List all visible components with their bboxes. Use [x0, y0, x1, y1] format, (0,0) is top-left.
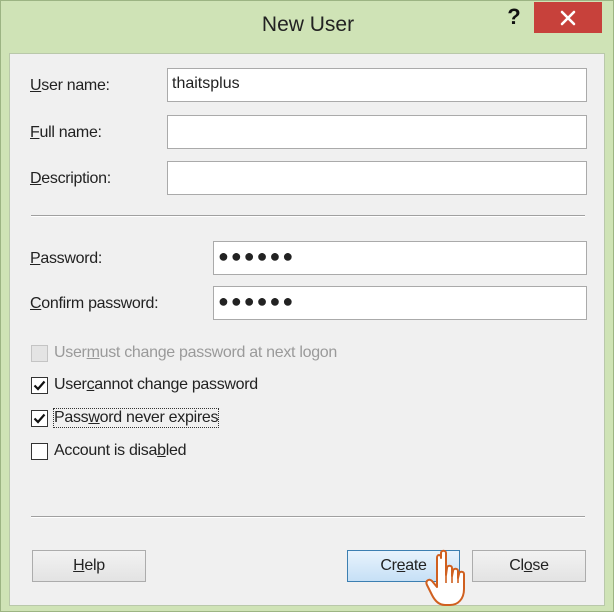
- button-label: ate: [405, 557, 427, 574]
- full-name-label: Full name:: [30, 124, 102, 142]
- title-bar[interactable]: New User ?: [1, 1, 613, 53]
- mnemonic: b: [157, 442, 166, 459]
- focused-label: Password never expires: [52, 408, 220, 428]
- checkbox-box[interactable]: [31, 442, 48, 460]
- label-text: escription:: [41, 170, 111, 187]
- button-label: se: [532, 557, 549, 574]
- label-text: onfirm password:: [41, 295, 159, 312]
- mnemonic: C: [30, 295, 42, 312]
- mnemonic: U: [30, 77, 42, 94]
- checkbox-label-text: ust change password at next logon: [99, 344, 338, 361]
- new-user-dialog: New User ? User name: thaitsplus Full na…: [0, 0, 614, 612]
- checkbox-label-text: led: [165, 442, 187, 459]
- label-text: assword:: [40, 250, 102, 267]
- mnemonic: m: [86, 344, 100, 361]
- account-disabled-checkbox[interactable]: Account is disa b led: [31, 442, 186, 460]
- checkbox-box[interactable]: [31, 409, 48, 427]
- checkmark-icon: [33, 380, 46, 391]
- confirm-password-label: Confirm password:: [30, 295, 159, 313]
- checkbox-box[interactable]: [31, 376, 48, 394]
- checkbox-label-text: User: [54, 344, 87, 361]
- close-icon: [560, 10, 576, 25]
- description-input[interactable]: [167, 161, 587, 195]
- user-name-label: User name:: [30, 77, 110, 95]
- checkbox-label-text: Account is disa: [54, 442, 158, 459]
- button-label: Cl: [509, 557, 524, 574]
- checkbox-label-text: annot change password: [94, 376, 258, 393]
- checkbox-label-text: Pass: [54, 409, 89, 426]
- mnemonic: P: [30, 250, 41, 267]
- separator: [31, 516, 585, 518]
- hand-pointer-icon: [425, 549, 465, 606]
- password-label: Password:: [30, 250, 102, 268]
- separator: [31, 215, 585, 217]
- must-change-password-checkbox[interactable]: User m ust change password at next logon: [31, 344, 337, 362]
- close-button[interactable]: Close: [472, 550, 586, 582]
- mnemonic: c: [86, 376, 95, 393]
- checkmark-icon: [33, 413, 46, 424]
- cannot-change-password-checkbox[interactable]: User c annot change password: [31, 376, 258, 394]
- checkbox-label-text: User: [54, 376, 87, 393]
- close-window-button[interactable]: [534, 2, 602, 33]
- dialog-body: User name: thaitsplus Full name: Descrip…: [9, 53, 605, 606]
- mnemonic: H: [73, 557, 85, 574]
- checkbox-box[interactable]: [31, 344, 48, 362]
- checkbox-label-text: ord never expires: [99, 409, 219, 426]
- help-icon[interactable]: ?: [500, 3, 528, 31]
- confirm-password-input[interactable]: ●●●●●●: [213, 286, 587, 320]
- password-input[interactable]: ●●●●●●: [213, 241, 587, 275]
- mnemonic: e: [396, 557, 406, 574]
- button-label: elp: [84, 557, 105, 574]
- help-button[interactable]: Help: [32, 550, 146, 582]
- label-text: ull name:: [39, 124, 102, 141]
- password-never-expires-checkbox[interactable]: Password never expires: [31, 408, 220, 428]
- mnemonic: D: [30, 170, 42, 187]
- button-label: Cr: [380, 557, 397, 574]
- description-label: Description:: [30, 170, 111, 188]
- label-text: ser name:: [41, 77, 110, 94]
- user-name-input[interactable]: thaitsplus: [167, 68, 587, 102]
- full-name-input[interactable]: [167, 115, 587, 149]
- mnemonic: w: [88, 409, 100, 426]
